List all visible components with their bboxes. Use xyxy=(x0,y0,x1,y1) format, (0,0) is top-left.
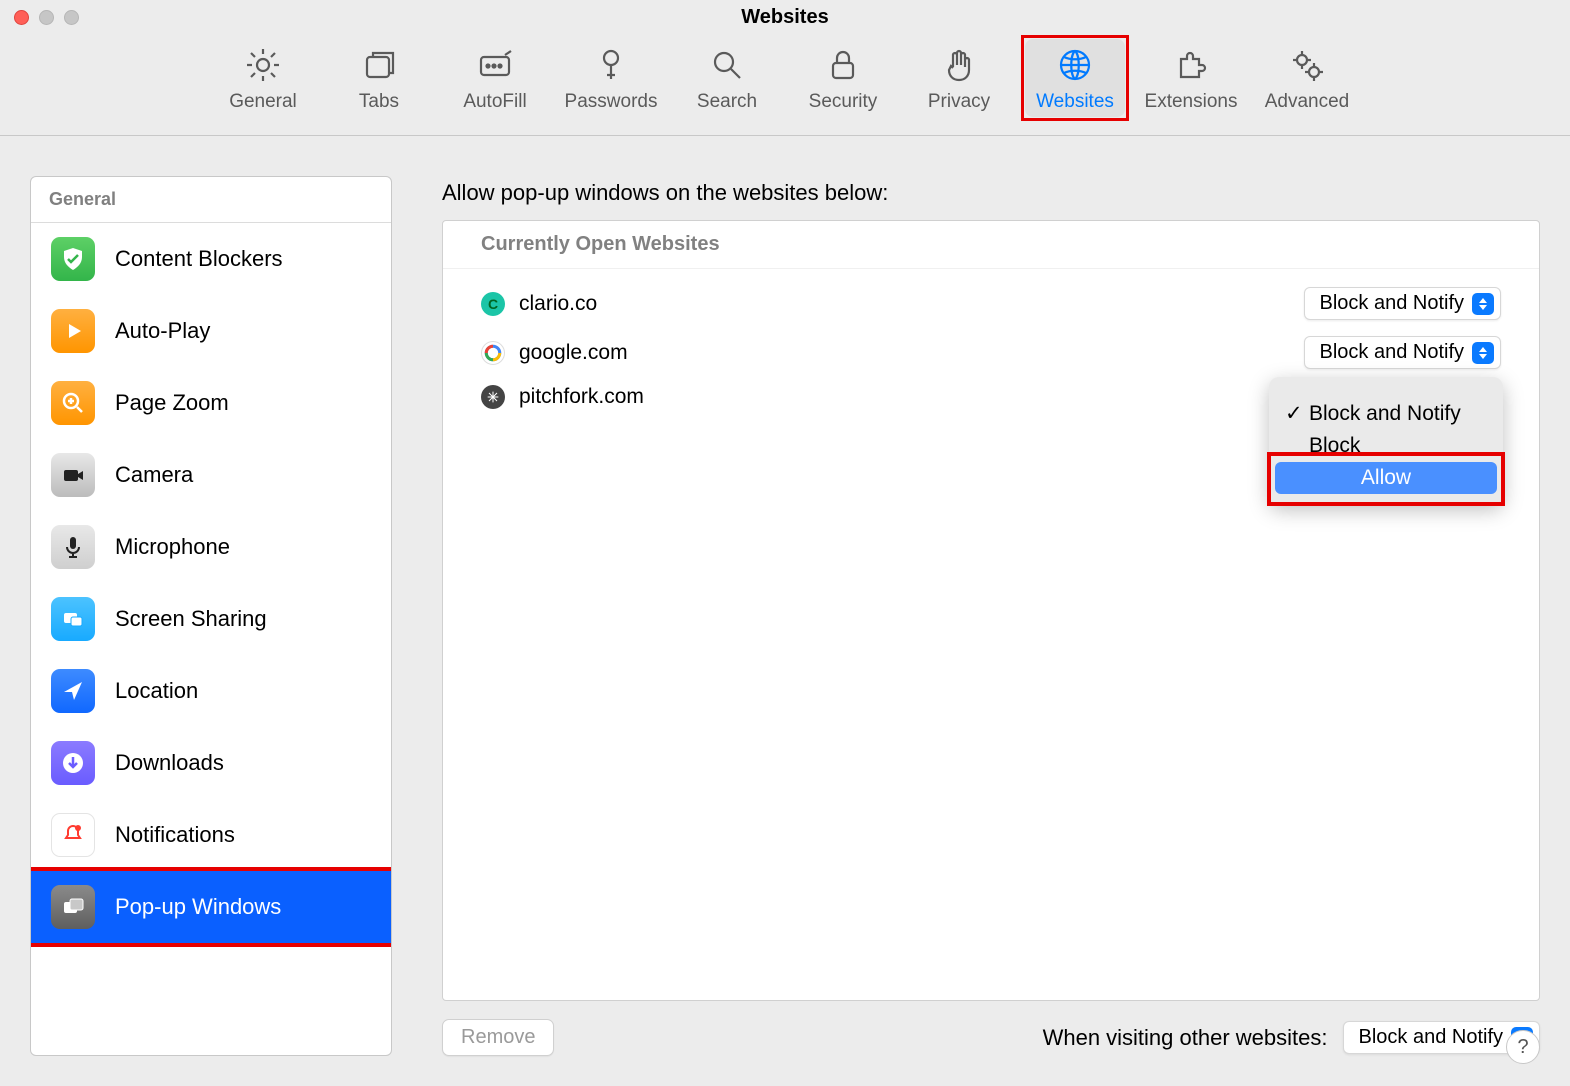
window-controls xyxy=(14,10,79,25)
site-favicon-icon: C xyxy=(481,292,505,316)
sidebar-item-label: Location xyxy=(115,678,198,704)
tab-security[interactable]: Security xyxy=(793,39,893,117)
windows-icon xyxy=(51,885,95,929)
tab-websites[interactable]: Websites xyxy=(1025,39,1125,117)
sidebar-item-popup-windows[interactable]: Pop-up Windows xyxy=(31,871,391,943)
table-row[interactable]: C clario.co Block and Notify xyxy=(443,279,1539,328)
tab-label: General xyxy=(229,91,297,113)
updown-caret-icon xyxy=(1472,342,1494,364)
sidebar-item-label: Page Zoom xyxy=(115,390,229,416)
globe-icon xyxy=(1055,45,1095,85)
popup-policy-select[interactable]: Block and Notify xyxy=(1304,287,1501,320)
tab-autofill[interactable]: AutoFill xyxy=(445,39,545,117)
download-icon xyxy=(51,741,95,785)
tab-privacy[interactable]: Privacy xyxy=(909,39,1009,117)
sidebar-item-label: Pop-up Windows xyxy=(115,894,281,920)
sidebar-item-screen-sharing[interactable]: Screen Sharing xyxy=(31,583,391,655)
dropdown-option-label: Block and Notify xyxy=(1309,402,1461,426)
bell-icon xyxy=(51,813,95,857)
hand-icon xyxy=(939,45,979,85)
sidebar-item-downloads[interactable]: Downloads xyxy=(31,727,391,799)
location-arrow-icon xyxy=(51,669,95,713)
search-icon xyxy=(707,45,747,85)
shield-check-icon xyxy=(51,237,95,281)
site-domain: clario.co xyxy=(519,292,597,316)
titlebar: Websites xyxy=(0,0,1570,29)
settings-sidebar: General Content Blockers Auto-Play xyxy=(30,176,392,1056)
autofill-icon xyxy=(475,45,515,85)
window-title: Websites xyxy=(741,6,828,29)
camera-icon xyxy=(51,453,95,497)
preferences-toolbar: General Tabs AutoFill Passwords Search xyxy=(0,29,1570,136)
sidebar-item-camera[interactable]: Camera xyxy=(31,439,391,511)
popup-policy-dropdown: ✓ Block and Notify Block Allow xyxy=(1269,377,1503,504)
gears-icon xyxy=(1287,45,1327,85)
select-value: Block and Notify xyxy=(1358,1026,1503,1049)
help-button[interactable]: ? xyxy=(1506,1030,1540,1064)
sidebar-item-label: Microphone xyxy=(115,534,230,560)
sidebar-item-label: Auto-Play xyxy=(115,318,210,344)
sidebar-item-label: Notifications xyxy=(115,822,235,848)
tab-extensions[interactable]: Extensions xyxy=(1141,39,1241,117)
panel-heading: Allow pop-up windows on the websites bel… xyxy=(442,180,1540,206)
sidebar-list: Content Blockers Auto-Play Page Zoom xyxy=(31,223,391,1055)
select-value: Block and Notify xyxy=(1319,292,1464,315)
gear-icon xyxy=(243,45,283,85)
table-section-header: Currently Open Websites xyxy=(443,221,1539,269)
key-icon xyxy=(591,45,631,85)
sidebar-section-header: General xyxy=(31,177,391,223)
tab-label: Security xyxy=(809,91,878,113)
lock-icon xyxy=(823,45,863,85)
tab-label: Search xyxy=(697,91,757,113)
dropdown-option-block-and-notify[interactable]: ✓ Block and Notify xyxy=(1275,397,1497,430)
remove-button[interactable]: Remove xyxy=(442,1019,554,1056)
tab-label: Privacy xyxy=(928,91,990,113)
sidebar-item-label: Content Blockers xyxy=(115,246,283,272)
table-row[interactable]: google.com Block and Notify xyxy=(443,328,1539,377)
tab-label: AutoFill xyxy=(463,91,526,113)
tab-passwords[interactable]: Passwords xyxy=(561,39,661,117)
sidebar-item-notifications[interactable]: Notifications xyxy=(31,799,391,871)
site-domain: pitchfork.com xyxy=(519,385,644,409)
websites-table: Currently Open Websites C clario.co Bloc… xyxy=(442,220,1540,1001)
tab-tabs[interactable]: Tabs xyxy=(329,39,429,117)
sidebar-item-auto-play[interactable]: Auto-Play xyxy=(31,295,391,367)
checkmark-icon: ✓ xyxy=(1285,401,1303,426)
updown-caret-icon xyxy=(1472,293,1494,315)
site-favicon-icon xyxy=(481,341,505,365)
select-value: Block and Notify xyxy=(1319,341,1464,364)
microphone-icon xyxy=(51,525,95,569)
main-panel: Allow pop-up windows on the websites bel… xyxy=(410,176,1540,1056)
footer-label: When visiting other websites: xyxy=(1043,1025,1328,1051)
close-window-button[interactable] xyxy=(14,10,29,25)
site-domain: google.com xyxy=(519,341,628,365)
popup-policy-select[interactable]: Block and Notify xyxy=(1304,336,1501,369)
zoom-icon xyxy=(51,381,95,425)
dropdown-option-allow[interactable]: Allow xyxy=(1275,462,1497,494)
tab-search[interactable]: Search xyxy=(677,39,777,117)
dropdown-option-label: Allow xyxy=(1361,466,1411,490)
tab-advanced[interactable]: Advanced xyxy=(1257,39,1357,117)
sidebar-item-microphone[interactable]: Microphone xyxy=(31,511,391,583)
minimize-window-button[interactable] xyxy=(39,10,54,25)
tab-label: Extensions xyxy=(1145,91,1238,113)
sidebar-item-label: Downloads xyxy=(115,750,224,776)
sidebar-item-location[interactable]: Location xyxy=(31,655,391,727)
tab-label: Tabs xyxy=(359,91,399,113)
screens-icon xyxy=(51,597,95,641)
sidebar-item-label: Camera xyxy=(115,462,193,488)
tab-label: Websites xyxy=(1036,91,1114,113)
site-favicon-icon xyxy=(481,385,505,409)
play-icon xyxy=(51,309,95,353)
sidebar-item-content-blockers[interactable]: Content Blockers xyxy=(31,223,391,295)
puzzle-icon xyxy=(1171,45,1211,85)
maximize-window-button[interactable] xyxy=(64,10,79,25)
tab-label: Advanced xyxy=(1265,91,1350,113)
tab-label: Passwords xyxy=(565,91,658,113)
panel-footer: Remove When visiting other websites: Blo… xyxy=(410,1001,1540,1056)
sidebar-item-page-zoom[interactable]: Page Zoom xyxy=(31,367,391,439)
sidebar-item-label: Screen Sharing xyxy=(115,606,267,632)
tab-general[interactable]: General xyxy=(213,39,313,117)
tabs-icon xyxy=(359,45,399,85)
